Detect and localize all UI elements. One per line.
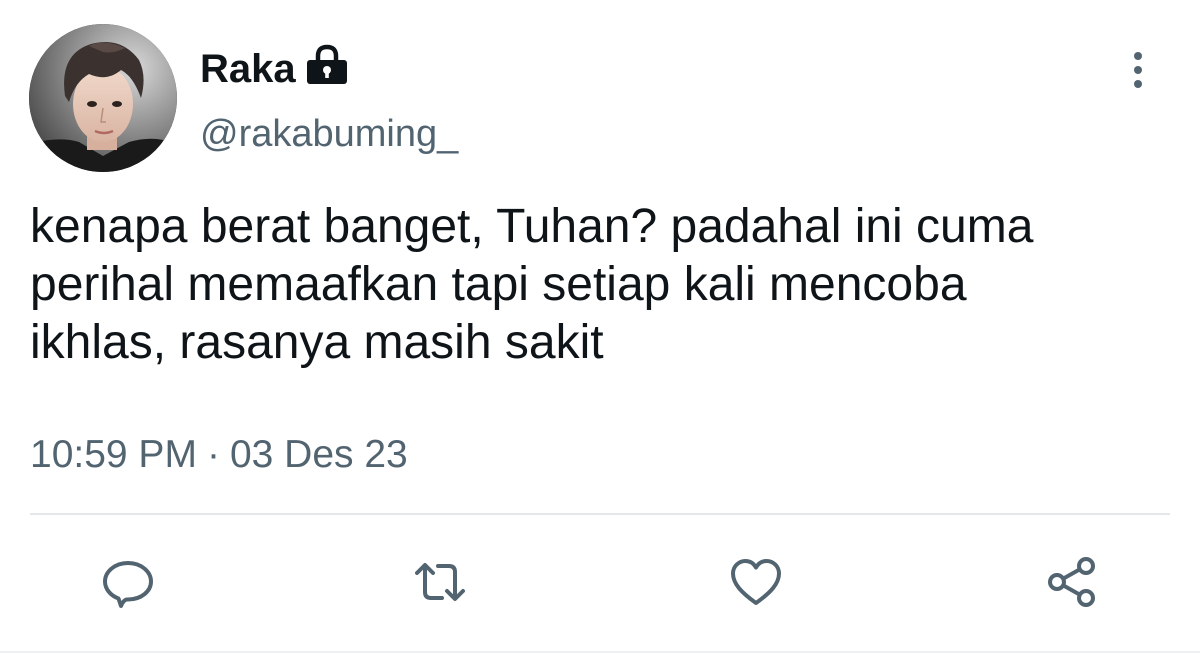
bottom-divider [0,651,1200,653]
divider [30,513,1170,515]
avatar[interactable] [29,24,177,172]
more-vertical-icon[interactable] [1120,48,1156,92]
display-name[interactable]: Raka [200,46,296,92]
tweet-card: Raka @rakabuming_ kenapa berat banget, T… [0,0,1200,668]
profile-photo [29,24,177,172]
tweet-time: 10:59 PM [30,433,197,476]
lock-icon [307,44,347,84]
reply-icon [103,561,153,608]
tweet-text-line: ikhlas, rasanya masih sakit [30,316,604,369]
heart-icon [731,559,781,605]
reply-button[interactable] [100,554,156,610]
tweet-text-line: kenapa berat banget, Tuhan? padahal ini … [30,200,1034,253]
share-button[interactable] [1044,554,1100,610]
tweet-text-line: perihal memaafkan tapi setiap kali menco… [30,258,967,311]
tweet-timestamp[interactable]: 10:59 PM · 03 Des 23 [30,432,408,478]
tweet-text: kenapa berat banget, Tuhan? padahal ini … [30,198,1180,372]
share-icon [1048,557,1095,607]
tweet-date: 03 Des 23 [229,433,408,476]
like-button[interactable] [728,554,784,610]
retweet-button[interactable] [412,554,468,610]
retweet-icon [415,563,465,601]
meta-separator: · [206,433,220,476]
user-handle[interactable]: @rakabuming_ [200,112,458,156]
